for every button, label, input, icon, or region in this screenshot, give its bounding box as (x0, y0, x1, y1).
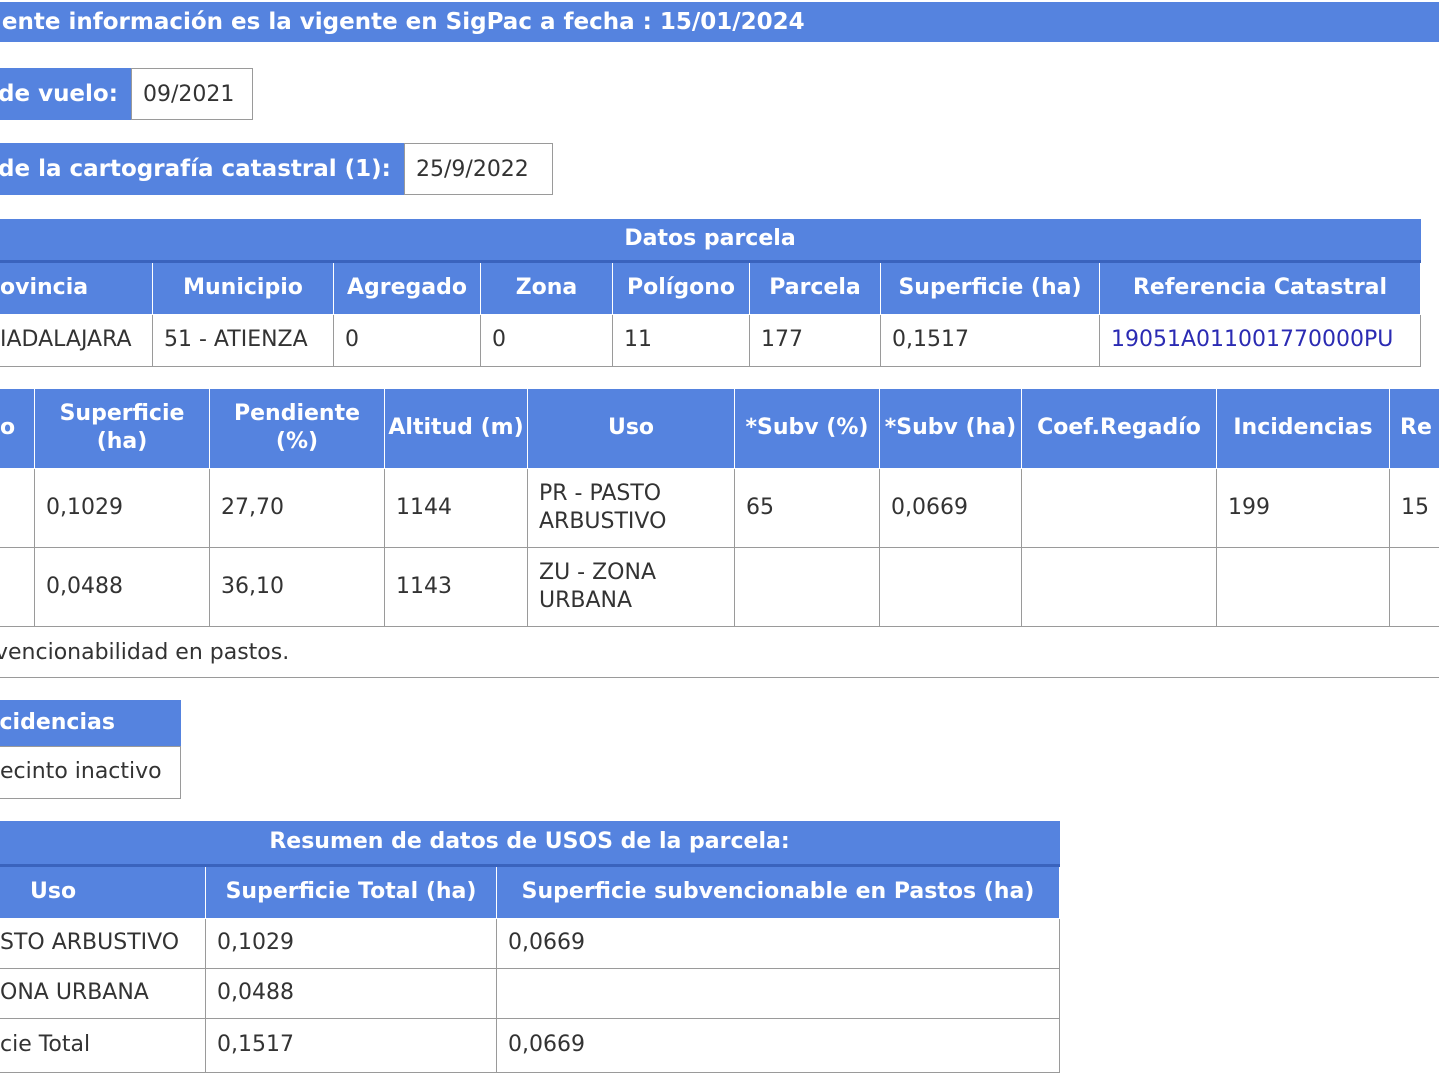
summary-cell-superficie-total: 0,1029 (205, 917, 497, 969)
enclosures-header-subv-pct: *Subv (%) (734, 389, 880, 469)
table-row: ecinto inactivo (0, 745, 181, 799)
parcel-header-poligono: Polígono (612, 261, 750, 315)
enclosure-cell-incidencias: 199 (1216, 467, 1390, 548)
parcel-table: Datos parcela ovincia Municipio Agregado… (0, 219, 1422, 367)
enclosures-header-subv-ha: *Subv (ha) (879, 389, 1022, 469)
summary-cell-uso: cie Total (0, 1017, 206, 1073)
table-row: 0,1029 27,70 1144 PR - PASTO ARBUSTIVO 6… (0, 467, 1439, 548)
enclosure-cell-region: 15 (1389, 467, 1439, 548)
incidents-value: ecinto inactivo (0, 745, 181, 799)
parcel-table-caption: Datos parcela (0, 219, 1421, 263)
summary-cell-superficie-total: 0,1517 (205, 1017, 497, 1073)
enclosure-cell-recinto (0, 546, 35, 627)
enclosure-cell-subv-ha (879, 546, 1022, 627)
summary-cell-superficie-subvencionable: 0,0669 (496, 1017, 1060, 1073)
enclosure-cell-recinto (0, 467, 35, 548)
cadastral-reference-link[interactable]: 19051A011001770000PU (1098, 313, 1422, 367)
parcel-cell-poligono: 11 (612, 313, 750, 367)
cadastral-date-value: 25/9/2022 (404, 143, 553, 195)
enclosure-cell-superficie: 0,0488 (34, 546, 210, 627)
table-row: IADALAJARA 51 - ATIENZA 0 0 11 177 0,151… (0, 313, 1422, 367)
table-row: cie Total 0,1517 0,0669 (0, 1017, 1060, 1073)
subsidy-footnote-text: vencionabilidad en pastos. (0, 640, 290, 665)
enclosure-cell-subv-pct (734, 546, 880, 627)
enclosure-cell-superficie: 0,1029 (34, 467, 210, 548)
land-use-summary-table: Resumen de datos de USOS de la parcela: … (0, 821, 1060, 1073)
enclosure-cell-uso: PR - PASTO ARBUSTIVO (527, 467, 735, 548)
enclosure-cell-coef-regadio (1021, 467, 1217, 548)
parcel-cell-agregado: 0 (333, 313, 481, 367)
info-banner-text: iente información es la vigente en SigPa… (0, 9, 805, 35)
incidents-header: cidencias (0, 700, 181, 746)
enclosures-header-recinto: o (0, 389, 35, 469)
cadastral-date-label-text: de la cartografía catastral (1): (0, 156, 391, 182)
enclosures-header-incidencias: Incidencias (1216, 389, 1390, 469)
summary-cell-superficie-subvencionable: 0,0669 (496, 917, 1060, 969)
flight-date-label: de vuelo: (0, 68, 131, 120)
parcel-header-zona: Zona (480, 261, 613, 315)
enclosure-cell-subv-ha: 0,0669 (879, 467, 1022, 548)
enclosures-header-uso: Uso (527, 389, 735, 469)
cadastral-date-label: de la cartografía catastral (1): (0, 143, 404, 195)
enclosures-header-coef-regadio: Coef.Regadío (1021, 389, 1217, 469)
enclosures-header-superficie: Superficie (ha) (34, 389, 210, 469)
flight-date-value: 09/2021 (131, 68, 253, 120)
enclosures-header-pendiente: Pendiente (%) (209, 389, 385, 469)
parcel-header-parcela: Parcela (749, 261, 881, 315)
parcel-header-referencia: Referencia Catastral (1098, 261, 1422, 315)
parcel-cell-municipio: 51 - ATIENZA (152, 313, 334, 367)
info-banner: iente información es la vigente en SigPa… (0, 2, 1439, 42)
enclosure-cell-pendiente: 27,70 (209, 467, 385, 548)
summary-header-uso: Uso (0, 865, 206, 919)
enclosure-cell-incidencias (1216, 546, 1390, 627)
flight-date-label-text: de vuelo: (0, 81, 118, 107)
parcel-header-agregado: Agregado (333, 261, 481, 315)
enclosure-cell-altitud: 1144 (384, 467, 528, 548)
parcel-cell-superficie: 0,1517 (880, 313, 1100, 367)
enclosures-header-row: o Superficie (ha) Pendiente (%) Altitud … (0, 389, 1439, 469)
table-row: 0,0488 36,10 1143 ZU - ZONA URBANA (0, 546, 1439, 627)
land-use-summary-header-row: Uso Superficie Total (ha) Superficie sub… (0, 865, 1060, 919)
parcel-cell-zona: 0 (480, 313, 613, 367)
summary-header-superficie-total: Superficie Total (ha) (205, 865, 497, 919)
enclosure-cell-altitud: 1143 (384, 546, 528, 627)
parcel-table-header-row: ovincia Municipio Agregado Zona Polígono… (0, 261, 1422, 315)
enclosure-cell-pendiente: 36,10 (209, 546, 385, 627)
table-row: ONA URBANA 0,0488 (0, 967, 1060, 1019)
land-use-summary-caption: Resumen de datos de USOS de la parcela: (0, 821, 1060, 867)
summary-cell-uso: ONA URBANA (0, 967, 206, 1019)
enclosure-cell-subv-pct: 65 (734, 467, 880, 548)
summary-cell-superficie-total: 0,0488 (205, 967, 497, 1019)
summary-cell-superficie-subvencionable (496, 967, 1060, 1019)
enclosures-header-region: Re (1389, 389, 1439, 469)
parcel-header-provincia: ovincia (0, 261, 153, 315)
parcel-header-superficie: Superficie (ha) (880, 261, 1100, 315)
enclosure-cell-coef-regadio (1021, 546, 1217, 627)
enclosure-cell-uso: ZU - ZONA URBANA (527, 546, 735, 627)
enclosure-cell-region (1389, 546, 1439, 627)
table-row: STO ARBUSTIVO 0,1029 0,0669 (0, 917, 1060, 969)
subsidy-footnote: vencionabilidad en pastos. (0, 638, 1439, 678)
parcel-cell-parcela: 177 (749, 313, 881, 367)
parcel-header-municipio: Municipio (152, 261, 334, 315)
summary-cell-uso: STO ARBUSTIVO (0, 917, 206, 969)
enclosures-table: o Superficie (ha) Pendiente (%) Altitud … (0, 389, 1439, 627)
enclosures-header-altitud: Altitud (m) (384, 389, 528, 469)
parcel-cell-provincia: IADALAJARA (0, 313, 153, 367)
summary-header-superficie-subvencionable: Superficie subvencionable en Pastos (ha) (496, 865, 1060, 919)
incidents-table: cidencias ecinto inactivo (0, 700, 181, 799)
